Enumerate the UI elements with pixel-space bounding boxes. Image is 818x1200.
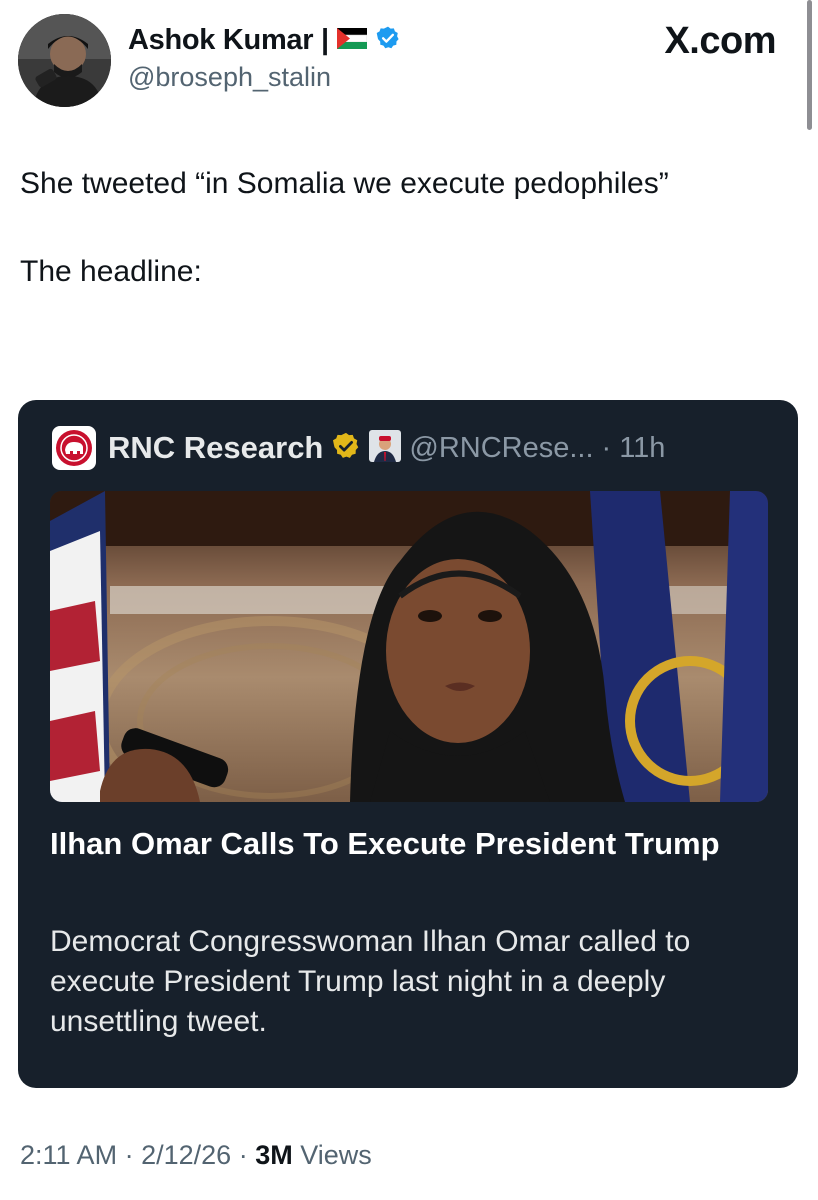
tweet-line-1: She tweeted “in Somalia we execute pedop… xyxy=(20,167,669,200)
tweet-line-2: The headline: xyxy=(20,255,202,288)
palestine-flag-icon xyxy=(336,27,368,54)
meta-separator: · xyxy=(238,1140,248,1170)
brand-logo: X.com xyxy=(664,20,776,62)
embed-headline[interactable]: Ilhan Omar Calls To Execute President Tr… xyxy=(50,824,770,864)
gold-verified-badge-icon xyxy=(331,431,361,466)
affiliate-avatar-icon xyxy=(369,429,402,467)
views-label[interactable]: Views xyxy=(300,1140,372,1170)
tweet-text: She tweeted “in Somalia we execute pedop… xyxy=(20,162,780,294)
embedded-post-card[interactable]: RNC Research @RNCRese... · 11h Ilhan Oma… xyxy=(18,400,798,1088)
author-name[interactable]: Ashok Kumar | xyxy=(128,24,329,57)
embed-photo[interactable] xyxy=(50,491,768,802)
post-meta: 2:11 AM · 2/12/26 · 3M Views xyxy=(20,1140,372,1171)
post-time[interactable]: 2:11 AM xyxy=(20,1140,117,1170)
rnc-logo-icon xyxy=(52,426,96,470)
views-count[interactable]: 3M xyxy=(255,1140,293,1170)
embed-summary: Democrat Congresswoman Ilhan Omar called… xyxy=(50,925,691,1038)
embed-author-handle[interactable]: @RNCRese... xyxy=(409,432,593,465)
embed-header: RNC Research @RNCRese... · 11h xyxy=(52,426,665,470)
author-handle[interactable]: @broseph_stalin xyxy=(128,62,331,93)
avatar[interactable] xyxy=(18,14,111,107)
embed-separator: · xyxy=(601,431,612,464)
meta-separator: · xyxy=(124,1140,134,1170)
post-date[interactable]: 2/12/26 xyxy=(141,1140,231,1170)
embed-author-name[interactable]: RNC Research xyxy=(108,430,323,466)
embed-timestamp[interactable]: 11h xyxy=(619,432,665,465)
verified-badge-icon xyxy=(375,25,401,56)
scrollbar[interactable] xyxy=(807,0,812,130)
